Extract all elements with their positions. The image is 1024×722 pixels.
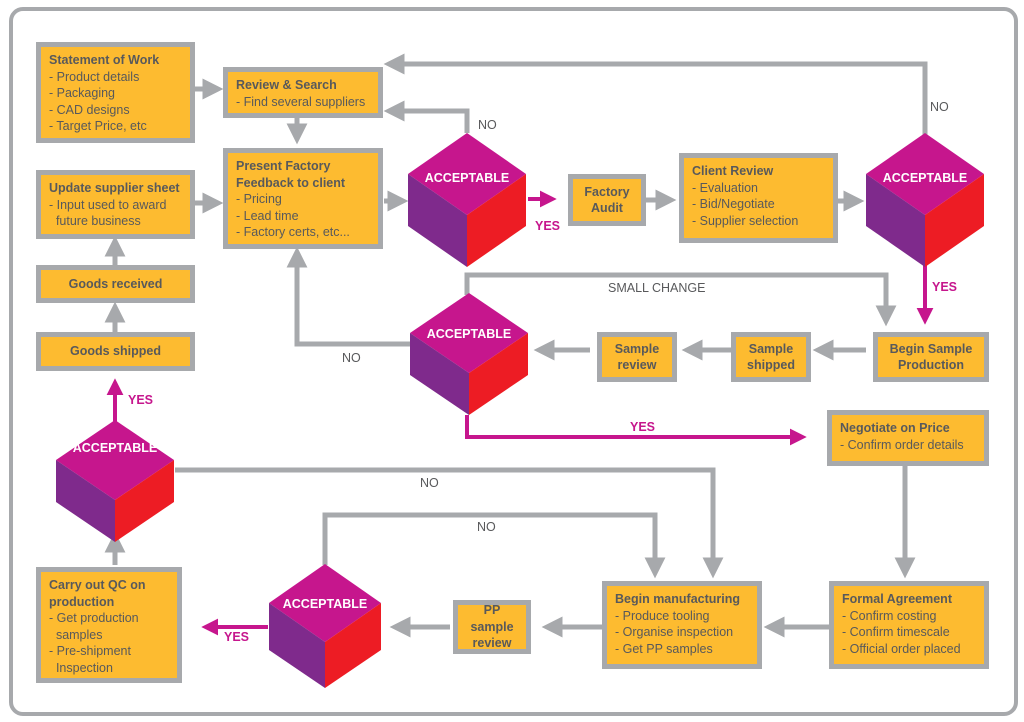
box-line: - Pre-shipment xyxy=(49,644,131,658)
box-title: Begin manufacturing xyxy=(615,592,741,606)
box-line: - Supplier selection xyxy=(692,213,799,228)
label-d3-yes: YES xyxy=(630,420,656,434)
label-d1-no: NO xyxy=(478,118,497,132)
box-title: Client Review xyxy=(692,164,774,178)
box-line: - Packaging xyxy=(49,86,116,100)
decision-label-2: ACCEPTABLE xyxy=(882,171,968,185)
box-client-review: Client Review - Evaluation - Bid/Negotia… xyxy=(679,153,838,243)
box-line: - Pricing xyxy=(236,192,282,206)
box-factory-audit: Factory Audit xyxy=(568,174,646,226)
box-line: - Factory certs, etc... xyxy=(236,225,350,239)
box-review-search: Review & Search - Find several suppliers xyxy=(223,67,383,118)
box-title: Negotiate on Price xyxy=(840,421,950,435)
box-update-supplier-sheet: Update supplier sheet - Input used to aw… xyxy=(36,170,195,239)
box-line: - Evaluation xyxy=(692,180,759,195)
box-present-feedback: Present Factory Feedback to client - Pri… xyxy=(223,148,383,249)
box-line: - Produce tooling xyxy=(615,608,710,623)
decision-cube-5 xyxy=(269,564,381,688)
box-title: review xyxy=(617,358,657,372)
decision-cube-4 xyxy=(56,420,174,542)
box-title: Statement of Work xyxy=(49,53,160,67)
box-title: Present Factory xyxy=(236,159,331,173)
box-line: - Confirm costing xyxy=(842,608,937,623)
connector-d4-no xyxy=(175,467,724,579)
box-line: - Find several suppliers xyxy=(236,94,366,109)
box-title: Update supplier sheet xyxy=(49,181,180,195)
box-carry-out-qc: Carry out QC on production - Get product… xyxy=(36,567,182,683)
decision-label-5: ACCEPTABLE xyxy=(282,597,368,611)
connector-d3-no xyxy=(286,246,410,347)
box-statement-of-work: Statement of Work - Product details - Pa… xyxy=(36,42,195,143)
decision-label-4: ACCEPTABLE xyxy=(72,441,158,455)
decision-label-3: ACCEPTABLE xyxy=(426,327,512,341)
box-begin-manufacturing: Begin manufacturing - Produce tooling - … xyxy=(602,581,762,669)
box-title: Factory xyxy=(584,184,630,199)
box-line: - Lead time xyxy=(236,208,299,223)
label-d5-no: NO xyxy=(477,520,496,534)
box-title: Formal Agreement xyxy=(842,592,952,606)
box-sample-shipped: Sample shipped xyxy=(731,332,811,382)
box-line: - Get PP samples xyxy=(615,641,713,656)
box-pp-sample-review: PP sample review xyxy=(453,600,531,654)
box-title: shipped xyxy=(747,358,795,372)
box-goods-shipped: Goods shipped xyxy=(36,332,195,371)
box-line: future business xyxy=(49,214,141,228)
box-formal-agreement: Formal Agreement - Confirm costing - Con… xyxy=(829,581,989,669)
box-title: Begin Sample xyxy=(889,341,973,356)
box-line: Inspection xyxy=(49,660,113,675)
box-title: PP sample xyxy=(470,603,514,634)
decision-cube-3 xyxy=(410,293,528,415)
box-title: Sample xyxy=(748,341,794,356)
box-title: Production xyxy=(898,358,964,372)
connector-d1-no xyxy=(383,100,470,133)
box-title: review xyxy=(472,636,512,651)
decision-label-1: ACCEPTABLE xyxy=(424,171,510,185)
box-title: production xyxy=(49,594,115,609)
box-negotiate-price: Negotiate on Price - Confirm order detai… xyxy=(827,410,989,466)
box-title: Goods shipped xyxy=(70,344,161,359)
box-line: - Target Price, etc xyxy=(49,119,147,133)
label-d1-yes: YES xyxy=(535,219,561,233)
connector-d2-no xyxy=(383,53,928,137)
label-d5-yes: YES xyxy=(224,630,250,644)
label-d2-yes: YES xyxy=(932,280,958,294)
box-line: - Bid/Negotiate xyxy=(692,197,775,211)
box-line: - Input used to award xyxy=(49,197,167,212)
box-line: - Organise inspection xyxy=(615,625,734,639)
box-title: Goods received xyxy=(68,276,163,291)
box-line: samples xyxy=(49,627,103,642)
box-title: Sample xyxy=(614,341,660,356)
box-title: Review & Search xyxy=(236,78,337,92)
label-small-change: SMALL CHANGE xyxy=(608,281,706,295)
box-line: - Confirm order details xyxy=(840,437,964,452)
label-d4-yes: YES xyxy=(128,393,154,407)
box-goods-received: Goods received xyxy=(36,265,195,303)
box-title: Carry out QC on xyxy=(49,578,146,592)
box-line: - Get production xyxy=(49,611,139,625)
label-d4-no: NO xyxy=(420,476,439,490)
box-title: Audit xyxy=(591,201,623,215)
box-line: - Official order placed xyxy=(842,641,961,656)
decision-cube-2 xyxy=(866,133,984,267)
box-line: - Product details xyxy=(49,69,140,84)
box-line: - Confirm timescale xyxy=(842,625,950,639)
box-line: - CAD designs xyxy=(49,102,130,117)
decision-cube-1 xyxy=(408,133,526,267)
box-begin-sample-production: Begin Sample Production xyxy=(873,332,989,382)
box-title: Feedback to client xyxy=(236,175,346,190)
label-d3-no: NO xyxy=(342,351,361,365)
label-d2-no: NO xyxy=(930,100,949,114)
box-sample-review: Sample review xyxy=(597,332,677,382)
